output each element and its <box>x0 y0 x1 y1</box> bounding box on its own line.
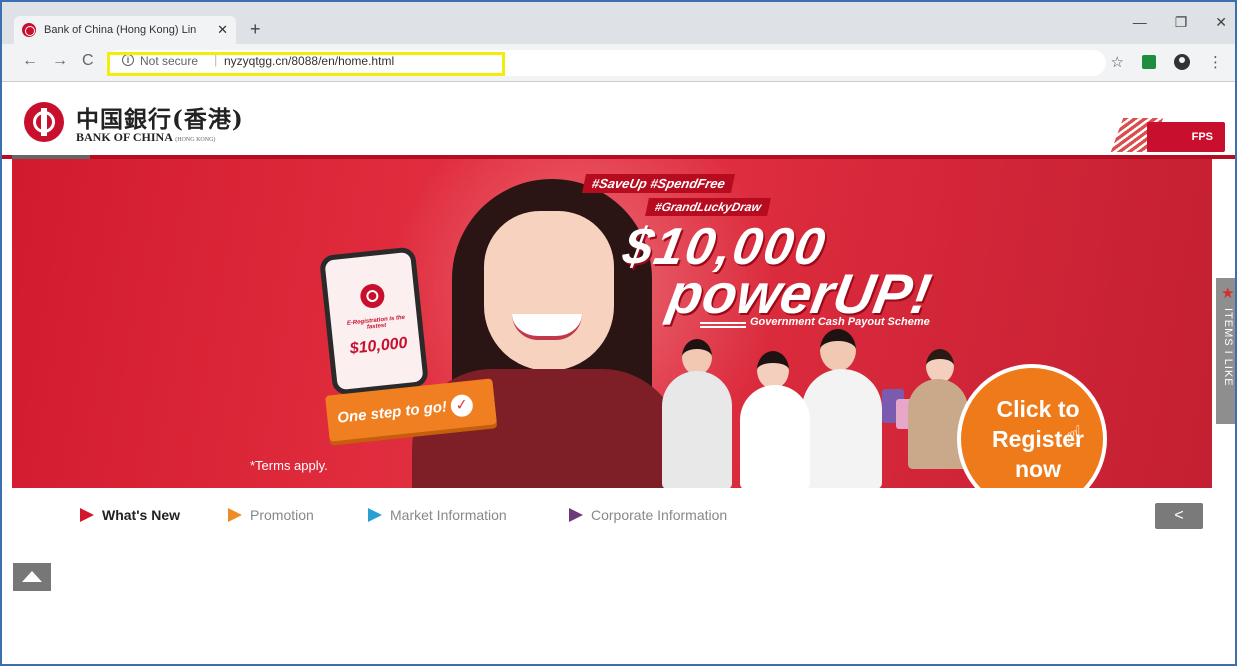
nav-arrow-icon <box>80 508 94 522</box>
forward-button[interactable]: → <box>52 52 68 70</box>
logo-english-sub: (HONG KONG) <box>175 137 216 143</box>
logo-english-main: BANK OF CHINA <box>76 130 173 144</box>
pointer-hand-icon: ☝ <box>1066 420 1082 450</box>
new-tab-button[interactable]: + <box>250 19 261 40</box>
url-highlight-box <box>107 52 505 76</box>
back-button[interactable]: ← <box>22 52 38 70</box>
browser-tab[interactable]: Bank of China (Hong Kong) Lin ✕ <box>14 16 236 44</box>
extension-icon[interactable] <box>1142 55 1156 69</box>
items-i-like-label: ITEMS I LIKE <box>1222 308 1234 387</box>
nav-label: Market Information <box>390 507 507 523</box>
star-icon: ★ <box>1221 285 1235 302</box>
person-head <box>926 349 954 383</box>
phone-illustration: E-Registration is the fastest $10,000 <box>318 246 430 396</box>
nav-label: Promotion <box>250 507 314 523</box>
person-head <box>820 329 856 371</box>
profile-icon[interactable] <box>1174 54 1190 70</box>
nav-arrow-icon <box>368 508 382 522</box>
site-header: 中国銀行(香港) BANK OF CHINA (HONG KONG) FPS <box>2 82 1235 160</box>
bank-favicon-icon <box>22 23 36 37</box>
boc-logo-icon[interactable] <box>24 102 64 142</box>
window-controls: — ❐ ✕ <box>1133 14 1227 31</box>
fps-label: FPS <box>1147 122 1225 152</box>
nav-market-information[interactable]: Market Information <box>368 507 507 523</box>
person-figure <box>662 371 732 488</box>
nav-label: What's New <box>102 507 181 523</box>
restore-button[interactable]: ❐ <box>1175 14 1188 31</box>
register-button[interactable]: Click to Register now ☝ <box>957 364 1107 488</box>
reload-button[interactable]: C <box>82 52 94 70</box>
menu-icon[interactable]: ⋮ <box>1208 53 1223 71</box>
share-icon: < <box>1174 507 1184 524</box>
bookmark-star-icon[interactable]: ☆ <box>1111 53 1124 71</box>
phone-amount: $10,000 <box>349 334 409 358</box>
terms-note: *Terms apply. <box>250 458 328 473</box>
logo-chinese-text: 中国銀行(香港) <box>76 106 244 133</box>
toolbar-actions: ☆ ⋮ <box>1111 53 1223 71</box>
close-window-button[interactable]: ✕ <box>1215 14 1227 31</box>
minimize-button[interactable]: — <box>1133 14 1147 31</box>
person-head <box>757 351 789 389</box>
tab-title: Bank of China (Hong Kong) Lin <box>44 24 197 36</box>
nav-label: Corporate Information <box>591 507 728 523</box>
person-figure <box>802 369 882 488</box>
hashtag-lucky-draw: #GrandLuckyDraw <box>645 198 771 216</box>
promo-banner[interactable]: E-Registration is the fastest $10,000 On… <box>12 159 1212 488</box>
person-head <box>682 339 712 375</box>
scheme-label: Government Cash Payout Scheme <box>750 316 930 328</box>
hashtag-save-spend: #SaveUp #SpendFree <box>581 174 735 193</box>
site-nav: What's New Promotion Market Information … <box>2 498 1235 534</box>
nav-whats-new[interactable]: What's New <box>80 507 180 523</box>
checkmark-icon: ✓ <box>449 393 474 418</box>
nav-corporate-information[interactable]: Corporate Information <box>569 507 727 523</box>
woman-face <box>484 211 614 371</box>
scroll-to-top-button[interactable] <box>13 563 51 591</box>
tab-strip: Bank of China (Hong Kong) Lin ✕ + — ❐ ✕ <box>2 2 1235 44</box>
logo-english-text: BANK OF CHINA (HONG KONG) <box>76 130 215 145</box>
items-i-like-tab[interactable]: ★ ITEMS I LIKE <box>1216 278 1235 424</box>
nav-arrow-icon <box>569 508 583 522</box>
browser-window: Bank of China (Hong Kong) Lin ✕ + — ❐ ✕ … <box>0 0 1237 666</box>
phone-boc-icon <box>359 282 386 310</box>
share-button[interactable]: < <box>1155 503 1203 529</box>
nav-arrow-icon <box>228 508 242 522</box>
one-step-label: One step to go! <box>336 398 448 427</box>
tab-close-icon[interactable]: ✕ <box>217 22 228 38</box>
phone-text: E-Registration is the fastest <box>346 314 406 331</box>
nav-promotion[interactable]: Promotion <box>228 507 314 523</box>
fps-button[interactable]: FPS <box>1110 118 1227 152</box>
payout-lines <box>700 322 746 324</box>
person-figure <box>740 385 810 488</box>
